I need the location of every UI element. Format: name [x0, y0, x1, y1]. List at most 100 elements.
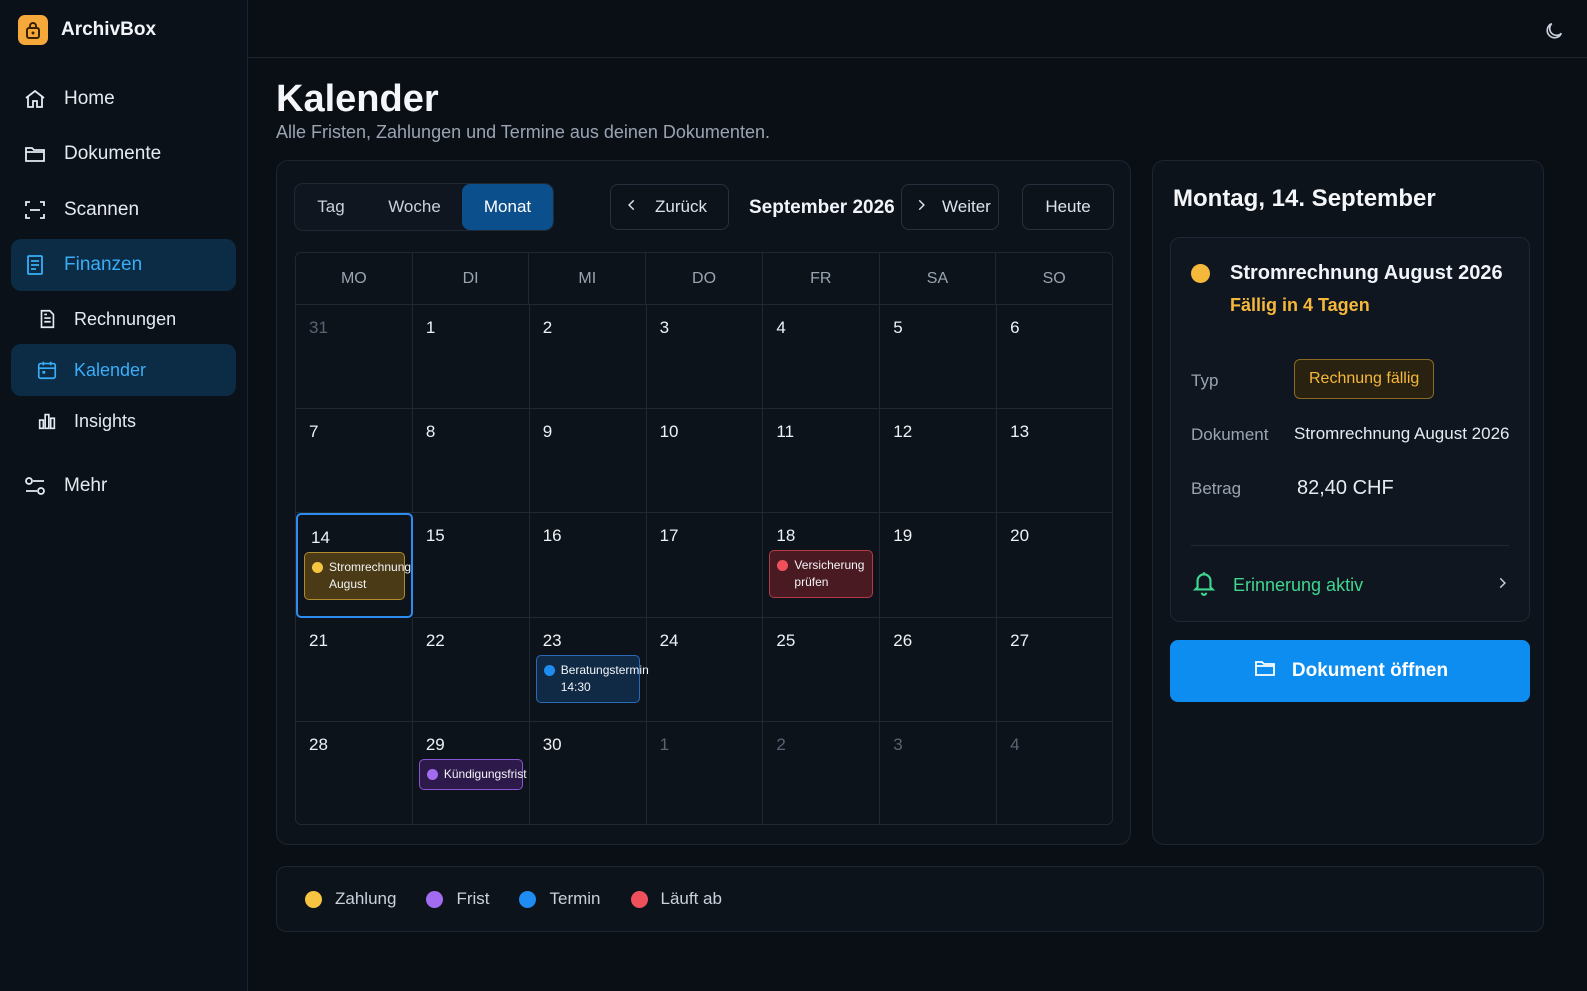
day-number: 1 — [425, 318, 436, 337]
back-button[interactable]: Zurück — [610, 184, 729, 230]
day-cell[interactable]: 24 — [646, 617, 764, 722]
today-button[interactable]: Heute — [1022, 184, 1114, 230]
type-badge: Rechnung fällig — [1294, 359, 1435, 399]
legend-label: Termin — [549, 889, 601, 908]
calendar-icon — [34, 357, 60, 383]
sidebar-item-kalender[interactable]: Kalender — [11, 344, 236, 396]
day-cell[interactable]: 1 — [647, 721, 764, 824]
day-cell[interactable]: 4 — [763, 305, 881, 410]
day-number: 21 — [309, 630, 328, 650]
legend-dot-icon — [426, 890, 444, 908]
day-cell[interactable]: 7 — [296, 409, 413, 514]
day-cell[interactable]: 22 — [412, 617, 530, 722]
home-icon — [22, 86, 48, 112]
legend-label: Zahlung — [335, 889, 397, 908]
day-cell[interactable]: 14 Stromrechnung August — [296, 513, 413, 618]
sidebar-item-label: Finanzen — [64, 254, 143, 275]
day-cell[interactable]: 1 — [412, 305, 530, 410]
day-number: 9 — [542, 422, 553, 442]
day-cell[interactable]: 13 — [997, 409, 1112, 514]
weekday-label: SO — [1042, 270, 1066, 287]
day-number: 23 — [542, 630, 562, 650]
event-label: August — [329, 577, 367, 592]
calendar-grid: MO DI MI DO FR SA SO 31 1 2 3 4 5 6 7 8 9 10 11 12 13 14 Stro… — [295, 252, 1113, 825]
day-cell[interactable]: 4 — [997, 722, 1112, 824]
day-cell[interactable]: 15 — [412, 513, 530, 618]
event-detail-card: Stromrechnung August 2026 Fällig in 4 Ta… — [1170, 237, 1530, 622]
legend-dot-icon — [519, 890, 537, 908]
legend-item: Zahlung — [305, 889, 396, 909]
day-cell[interactable]: 29 Kündigungsfrist — [413, 721, 530, 824]
day-cell[interactable]: 25 — [763, 617, 881, 722]
view-woche-button[interactable]: Woche — [367, 184, 462, 230]
sidebar-item-rechnungen[interactable]: Rechnungen — [22, 293, 236, 345]
day-number: 19 — [893, 526, 913, 546]
day-cell[interactable]: 20 — [997, 513, 1112, 618]
sidebar-item-finanzen[interactable]: Finanzen — [11, 239, 236, 291]
document-value[interactable]: Stromrechnung August 2026 — [1294, 424, 1509, 444]
day-cell[interactable]: 5 — [880, 305, 998, 410]
sidebar-item-mehr[interactable]: Mehr — [22, 460, 236, 512]
weekday-label: MI — [529, 253, 647, 304]
day-number: 10 — [659, 422, 679, 442]
weekday-label: DI — [413, 253, 530, 304]
day-number: 6 — [1010, 318, 1020, 337]
sidebar-item-label: Insights — [74, 410, 137, 431]
day-cell[interactable]: 16 — [529, 513, 647, 618]
weekday-label: FR — [763, 253, 880, 304]
day-cell[interactable]: 3 — [880, 721, 998, 824]
day-number: 27 — [1010, 630, 1030, 650]
day-cell[interactable]: 17 — [646, 513, 764, 618]
open-document-button[interactable]: Dokument öffnen — [1170, 640, 1530, 702]
day-number: 25 — [776, 630, 796, 650]
day-cell[interactable]: 2 — [763, 721, 881, 824]
reminder-row[interactable]: Erinnerung aktiv — [1191, 568, 1509, 602]
moon-icon[interactable] — [1543, 20, 1565, 42]
sidebar-item-insights[interactable]: Insights — [22, 395, 236, 447]
sidebar-item-scannen[interactable]: Scannen — [22, 184, 236, 236]
event-dot-icon — [777, 560, 789, 572]
day-cell[interactable]: 10 — [646, 409, 764, 514]
day-cell[interactable]: 30 — [530, 721, 647, 824]
calendar-event[interactable]: Beratungstermin 14:30 — [535, 654, 649, 703]
day-cell[interactable]: 2 — [529, 305, 647, 410]
calendar-event[interactable]: Stromrechnung August — [304, 552, 412, 601]
day-number: 16 — [542, 526, 562, 546]
chevron-right-icon — [1495, 576, 1509, 595]
day-cell[interactable]: 8 — [412, 409, 530, 514]
calendar-event[interactable]: Kündigungsfrist — [418, 758, 527, 790]
day-cell[interactable]: 26 — [880, 617, 998, 722]
chevron-right-icon — [914, 197, 928, 217]
day-number: 13 — [1010, 422, 1030, 442]
day-cell[interactable]: 23 Beratungstermin 14:30 — [529, 617, 649, 722]
legend-item: Termin — [519, 889, 601, 909]
legend-item: Läuft ab — [630, 889, 722, 909]
day-cell[interactable]: 11 — [763, 409, 881, 514]
day-cell[interactable]: 31 — [296, 305, 413, 410]
day-cell[interactable]: 27 — [997, 618, 1112, 722]
day-number: 3 — [893, 734, 903, 754]
sidebar-item-home[interactable]: Home — [22, 73, 236, 125]
calendar-event[interactable]: Versicherung prüfen — [769, 550, 874, 599]
brand[interactable]: ArchivBox — [18, 15, 156, 45]
view-tag-button[interactable]: Tag — [295, 184, 367, 230]
amount-label: Betrag — [1191, 479, 1242, 498]
detail-date-title: Montag, 14. September — [1173, 185, 1436, 212]
event-label: Stromrechnung — [329, 560, 412, 575]
day-cell[interactable]: 12 — [880, 409, 998, 514]
day-number: 17 — [659, 526, 679, 546]
view-monat-button[interactable]: Monat — [462, 184, 553, 230]
day-cell[interactable]: 18 Versicherung prüfen — [763, 513, 881, 618]
receipt-icon — [22, 252, 48, 278]
day-cell[interactable]: 19 — [880, 513, 998, 618]
sidebar-item-dokumente[interactable]: Dokumente — [22, 128, 236, 180]
page-title: Kalender — [276, 78, 439, 120]
day-cell[interactable]: 3 — [646, 305, 764, 410]
next-button[interactable]: Weiter — [901, 184, 999, 230]
day-number: 24 — [659, 630, 679, 650]
day-cell[interactable]: 21 — [296, 617, 413, 722]
day-cell[interactable]: 6 — [997, 305, 1112, 410]
day-number: 2 — [542, 318, 553, 337]
day-cell[interactable]: 9 — [529, 409, 647, 514]
day-cell[interactable]: 28 — [296, 721, 413, 824]
